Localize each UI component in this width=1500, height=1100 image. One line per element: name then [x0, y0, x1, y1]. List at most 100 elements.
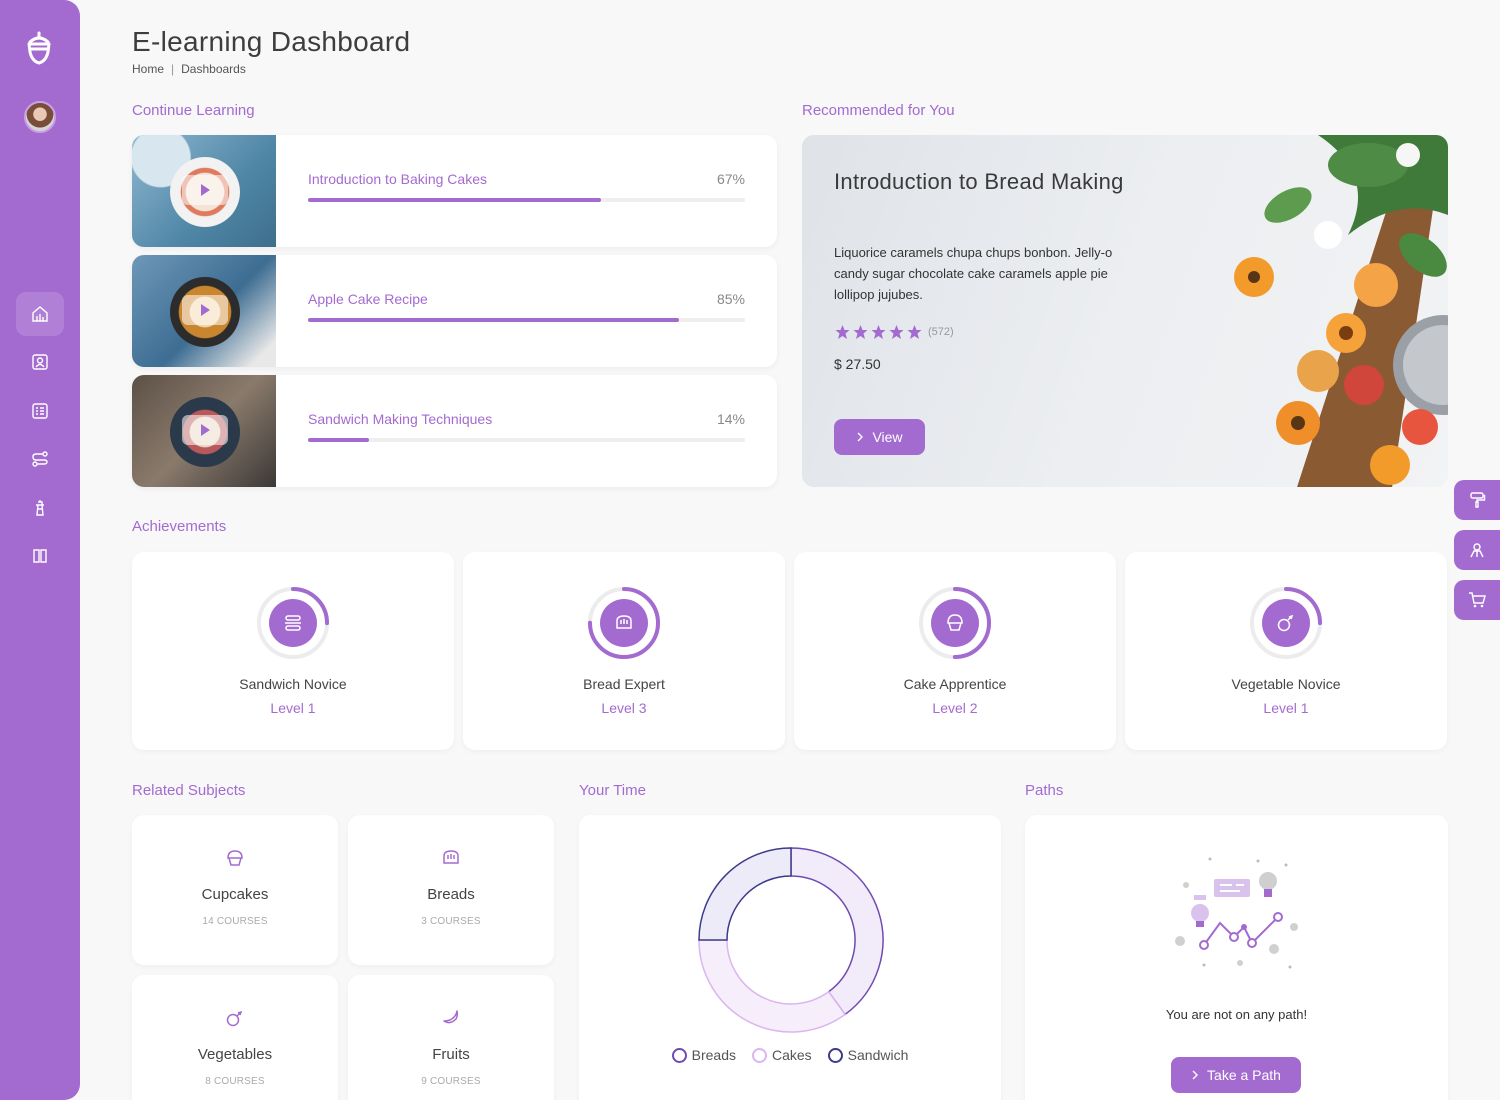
- star-icon: [907, 325, 922, 339]
- achievement-name: Cake Apprentice: [903, 676, 1007, 692]
- course-percent: 67%: [716, 171, 745, 187]
- sidebar-item-courses[interactable]: [16, 340, 64, 384]
- recommended-course-description: Liquorice caramels chupa chups bonbon. J…: [834, 245, 1113, 302]
- chevron-right-icon: [857, 432, 864, 442]
- course-percent: 85%: [716, 291, 745, 307]
- legend-label: Sandwich: [847, 1047, 909, 1063]
- achievement-level: Level 1: [1263, 700, 1309, 716]
- course-title[interactable]: Introduction to Baking Cakes: [308, 171, 487, 187]
- star-icon: [889, 325, 904, 339]
- fruit-board-illustration: [1234, 135, 1448, 487]
- legend-item[interactable]: Breads: [671, 1047, 736, 1063]
- subject-card[interactable]: Cupcakes 14 COURSES: [132, 815, 338, 965]
- achievement-badge: [588, 587, 660, 659]
- sidebar-item-tower[interactable]: [16, 486, 64, 530]
- cupcake-icon: [227, 850, 243, 866]
- sidebar-item-dashboard[interactable]: [16, 292, 64, 336]
- donut-slice-breads[interactable]: [790, 847, 884, 1016]
- course-title[interactable]: Sandwich Making Techniques: [308, 411, 492, 427]
- achievement-card[interactable]: Bread Expert Level 3: [463, 552, 785, 750]
- legend-item[interactable]: Sandwich: [827, 1047, 909, 1063]
- legend-label: Breads: [691, 1047, 736, 1063]
- course-card[interactable]: Introduction to Baking Cakes 67%: [132, 135, 777, 247]
- legend-dot: [671, 1047, 687, 1063]
- subject-course-count: 3 COURSES: [421, 916, 481, 927]
- cart-icon: [1469, 592, 1486, 608]
- tower-icon: [36, 500, 44, 516]
- achievement-name: Bread Expert: [583, 676, 665, 692]
- course-progress-fill: [308, 198, 601, 202]
- recommended-card: Introduction to Bread Making Liquorice c…: [802, 135, 1448, 487]
- sidebar-item-paths[interactable]: [16, 437, 64, 481]
- empty-path-illustration: [1175, 857, 1298, 969]
- sidebar-item-library[interactable]: [16, 534, 64, 578]
- dashboard-icon: [32, 306, 48, 322]
- course-progress-fill: [308, 318, 680, 322]
- breadcrumb: Home | Dashboards: [132, 62, 246, 76]
- achievement-badge: [1250, 587, 1322, 659]
- achievement-card[interactable]: Vegetable Novice Level 1: [1125, 552, 1447, 750]
- play-button[interactable]: [182, 175, 228, 205]
- continue-learning-title: Continue Learning: [132, 102, 255, 119]
- donut-slice-cakes[interactable]: [698, 939, 847, 1033]
- page-title: E-learning Dashboard: [132, 26, 411, 57]
- paths-title: Paths: [1025, 782, 1064, 799]
- route-icon: [32, 451, 48, 467]
- recommended-course-title[interactable]: Introduction to Bread Making: [834, 167, 1134, 196]
- your-time-title: Your Time: [579, 782, 646, 799]
- subject-name: Fruits: [432, 1046, 470, 1063]
- subject-card[interactable]: Fruits 9 COURSES: [348, 975, 554, 1100]
- play-button[interactable]: [182, 415, 228, 445]
- banana-icon: [443, 1010, 459, 1024]
- user-avatar[interactable]: [24, 101, 56, 133]
- donut-slice-sandwich[interactable]: [698, 847, 792, 941]
- portrait-icon: [32, 354, 48, 370]
- book-icon: [33, 549, 47, 563]
- achievement-name: Sandwich Novice: [239, 676, 347, 692]
- subject-course-count: 14 COURSES: [202, 916, 268, 927]
- legend-dot: [827, 1047, 843, 1063]
- course-title[interactable]: Apple Cake Recipe: [308, 291, 428, 307]
- achievement-card[interactable]: Cake Apprentice Level 2: [794, 552, 1116, 750]
- sidebar-item-tasks[interactable]: [16, 389, 64, 433]
- theme-settings-tab[interactable]: [1454, 480, 1500, 520]
- course-card[interactable]: Apple Cake Recipe 85%: [132, 255, 777, 367]
- acorn-logo-icon[interactable]: [24, 30, 54, 66]
- course-card[interactable]: Sandwich Making Techniques 14%: [132, 375, 777, 487]
- recommended-price: $ 27.50: [834, 356, 881, 372]
- course-thumbnail[interactable]: [132, 135, 276, 247]
- user-tab[interactable]: [1454, 530, 1500, 570]
- course-thumbnail[interactable]: [132, 255, 276, 367]
- breadcrumb-home[interactable]: Home: [132, 62, 164, 76]
- cart-tab[interactable]: [1454, 580, 1500, 620]
- chevron-right-icon: [1192, 1070, 1199, 1080]
- course-thumbnail[interactable]: [132, 375, 276, 487]
- subject-course-count: 9 COURSES: [421, 1076, 481, 1087]
- subject-course-count: 8 COURSES: [205, 1076, 265, 1087]
- achievement-level: Level 3: [601, 700, 647, 716]
- view-button[interactable]: View: [834, 419, 925, 455]
- breadcrumb-dashboards[interactable]: Dashboards: [181, 62, 246, 76]
- recommended-title: Recommended for You: [802, 102, 955, 119]
- play-button[interactable]: [182, 295, 228, 325]
- achievement-name: Vegetable Novice: [1231, 676, 1341, 692]
- take-path-button-label: Take a Path: [1207, 1067, 1281, 1083]
- subject-card[interactable]: Breads 3 COURSES: [348, 815, 554, 965]
- bread-icon: [443, 850, 459, 864]
- take-path-button[interactable]: Take a Path: [1171, 1057, 1301, 1093]
- achievements-title: Achievements: [132, 518, 227, 535]
- checklist-icon: [32, 403, 48, 419]
- star-icon: [853, 325, 868, 339]
- subject-name: Cupcakes: [201, 886, 269, 903]
- achievement-badge: [257, 587, 329, 659]
- achievement-badge: [919, 587, 991, 659]
- rating-stars: (572): [834, 324, 954, 340]
- achievement-card[interactable]: Sandwich Novice Level 1: [132, 552, 454, 750]
- play-icon: [201, 304, 210, 316]
- related-subjects-title: Related Subjects: [132, 782, 246, 799]
- subject-card[interactable]: Vegetables 8 COURSES: [132, 975, 338, 1100]
- paint-roller-icon: [1470, 492, 1486, 508]
- legend-dot: [751, 1047, 767, 1063]
- legend-item[interactable]: Cakes: [751, 1047, 812, 1063]
- user-gender-icon: [1470, 543, 1484, 558]
